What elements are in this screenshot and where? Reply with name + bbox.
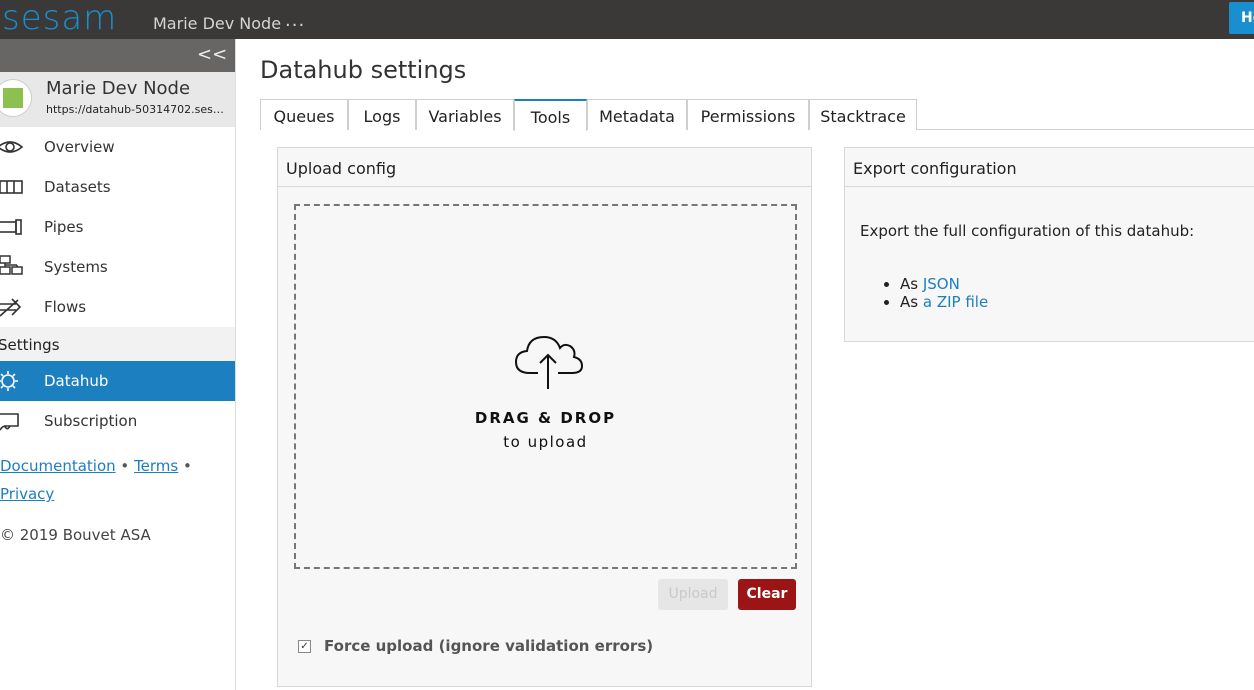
top-bar: sesam Marie Dev Node ... He — [0, 0, 1254, 39]
subscription-icon — [0, 413, 19, 431]
page-title: Datahub settings — [260, 56, 467, 84]
sidebar-collapse-bar: << — [0, 39, 235, 72]
sidebar-item-label: Overview — [44, 138, 115, 156]
documentation-link[interactable]: Documentation — [0, 457, 116, 475]
sidebar-item-label: Datasets — [44, 178, 111, 196]
sidebar-item-pipes[interactable]: Pipes — [0, 207, 235, 247]
export-json-item: As JSON — [900, 275, 988, 293]
settings-section-label: Settings — [0, 327, 235, 361]
terms-link[interactable]: Terms — [134, 457, 178, 475]
systems-icon — [0, 255, 23, 275]
sidebar-item-label: Flows — [44, 298, 87, 316]
help-button[interactable]: He — [1229, 2, 1254, 34]
tab-logs[interactable]: Logs — [348, 99, 416, 130]
node-info[interactable]: Marie Dev Node https://datahub-50314702.… — [0, 72, 235, 127]
force-upload-label[interactable]: Force upload (ignore validation errors) — [324, 637, 653, 655]
sesam-logo[interactable]: sesam — [2, 0, 117, 36]
sidebar-item-label: Systems — [44, 258, 108, 276]
tab-queues[interactable]: Queues — [260, 99, 348, 130]
node-title[interactable]: Marie Dev Node — [153, 14, 281, 33]
footer-separator: • — [120, 457, 130, 475]
export-description: Export the full configuration of this da… — [860, 222, 1195, 240]
sidebar-item-systems[interactable]: Systems — [0, 247, 235, 287]
sidebar-item-datahub[interactable]: Datahub — [0, 361, 235, 401]
collapse-icon[interactable]: << — [197, 44, 227, 65]
export-json-link[interactable]: JSON — [923, 275, 960, 293]
export-config-header: Export configuration — [845, 148, 1254, 187]
tab-bar: Queues Logs Variables Tools Metadata Per… — [260, 99, 1254, 131]
pipe-icon — [0, 219, 22, 235]
tab-stacktrace[interactable]: Stacktrace — [809, 99, 917, 130]
sidebar-item-label: Subscription — [44, 412, 138, 430]
flows-icon — [0, 298, 22, 317]
gear-icon — [0, 371, 18, 391]
cloud-upload-icon — [514, 335, 584, 389]
upload-dropzone[interactable]: DRAG & DROP to upload — [294, 204, 797, 569]
sidebar: << Marie Dev Node https://datahub-503147… — [0, 39, 236, 690]
more-menu-button[interactable]: ... — [285, 10, 305, 31]
privacy-link[interactable]: Privacy — [0, 485, 54, 503]
copyright: © 2019 Bouvet ASA — [0, 526, 151, 544]
sidebar-item-datasets[interactable]: Datasets — [0, 167, 235, 207]
export-zip-item: As a ZIP file — [900, 293, 988, 311]
dropzone-subtitle: to upload — [503, 433, 588, 451]
dropzone-title: DRAG & DROP — [474, 409, 617, 427]
sidebar-item-label: Pipes — [44, 218, 84, 236]
export-options-list: As JSON As a ZIP file — [900, 275, 988, 311]
tab-permissions[interactable]: Permissions — [687, 99, 809, 130]
force-upload-checkbox[interactable]: ✓ — [298, 640, 311, 653]
clear-button[interactable]: Clear — [738, 579, 796, 610]
sidebar-item-overview[interactable]: Overview — [0, 127, 235, 167]
tab-metadata[interactable]: Metadata — [587, 99, 687, 130]
sidebar-item-subscription[interactable]: Subscription — [0, 401, 235, 441]
tab-tools[interactable]: Tools — [514, 99, 587, 131]
eye-icon — [0, 141, 24, 153]
sidebar-item-flows[interactable]: Flows — [0, 287, 235, 327]
upload-button[interactable]: Upload — [658, 579, 728, 610]
node-url: https://datahub-50314702.sesam.cloud — [46, 103, 228, 116]
export-config-panel: Export configuration Export the full con… — [844, 147, 1254, 342]
upload-config-panel: Upload config DRAG & DROP to upload Uplo… — [277, 147, 812, 687]
upload-config-header: Upload config — [278, 148, 811, 187]
datasets-icon — [0, 180, 23, 194]
export-zip-link[interactable]: a ZIP file — [923, 293, 988, 311]
node-name: Marie Dev Node — [46, 78, 191, 99]
tab-variables[interactable]: Variables — [416, 99, 514, 130]
footer-links: Documentation • Terms • Privacy — [0, 452, 230, 508]
node-avatar — [0, 79, 32, 117]
sidebar-item-label: Datahub — [44, 372, 109, 390]
footer-separator: • — [183, 457, 192, 475]
